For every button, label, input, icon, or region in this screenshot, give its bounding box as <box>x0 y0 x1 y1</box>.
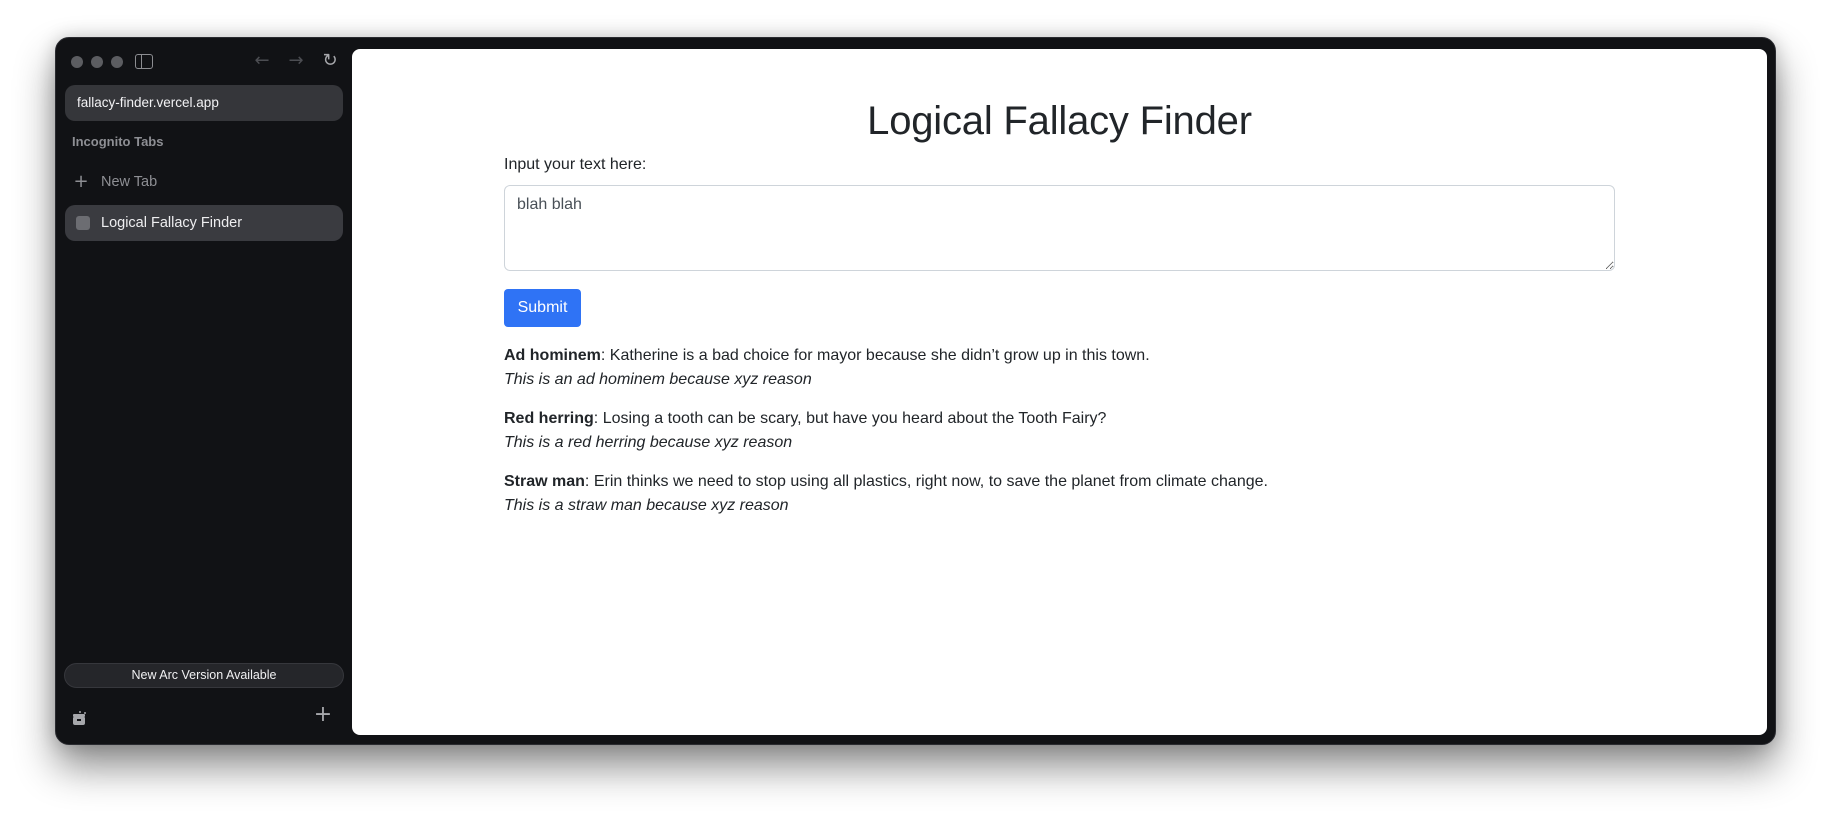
fallacy-reason: This is a straw man because xyz reason <box>504 497 789 514</box>
fallacy-name: Straw man <box>504 473 585 490</box>
tab-favicon-icon <box>76 216 90 230</box>
new-tab-button[interactable]: + New Tab <box>65 165 343 199</box>
reload-icon[interactable]: ↻ <box>319 50 341 72</box>
add-icon[interactable]: + <box>312 704 334 726</box>
result-item: Ad hominem: Katherine is a bad choice fo… <box>504 344 1615 392</box>
zoom-window-button[interactable] <box>111 56 123 68</box>
fallacy-reason: This is an ad hominem because xyz reason <box>504 371 812 388</box>
forward-arrow-icon[interactable]: → <box>285 50 307 72</box>
fallacy-example: : Katherine is a bad choice for mayor be… <box>600 347 1150 364</box>
fallacy-name: Red herring <box>504 410 594 427</box>
archive-spark <box>79 711 81 713</box>
browser-window: ← → ↻ fallacy-finder.vercel.app Incognit… <box>55 37 1776 745</box>
sidebar-toggle-icon[interactable] <box>135 54 153 69</box>
page-title: Logical Fallacy Finder <box>867 99 1252 143</box>
submit-button[interactable]: Submit <box>504 289 581 327</box>
text-input[interactable]: blah blah <box>504 185 1615 271</box>
result-item: Straw man: Erin thinks we need to stop u… <box>504 470 1615 518</box>
sidebar-toolbar: ← → ↻ <box>56 38 352 86</box>
tab-logical-fallacy-finder[interactable]: Logical Fallacy Finder <box>65 205 343 241</box>
back-arrow-icon[interactable]: ← <box>251 50 273 72</box>
fallacy-reason: This is a red herring because xyz reason <box>504 434 793 451</box>
fallacy-example: : Erin thinks we need to stop using all … <box>584 473 1268 490</box>
result-item: Red herring: Losing a tooth can be scary… <box>504 407 1615 455</box>
fallacy-name: Ad hominem <box>504 347 601 364</box>
new-tab-label: New Tab <box>101 174 158 190</box>
input-label: Input your text here: <box>504 156 647 173</box>
web-content: Logical Fallacy Finder Input your text h… <box>352 49 1767 735</box>
minimize-window-button[interactable] <box>91 56 103 68</box>
url-bar[interactable]: fallacy-finder.vercel.app <box>65 85 343 121</box>
archive-spark <box>84 712 86 714</box>
sidebar: ← → ↻ fallacy-finder.vercel.app Incognit… <box>56 38 352 744</box>
results-list: Ad hominem: Katherine is a bad choice fo… <box>504 344 1615 533</box>
incognito-tabs-label: Incognito Tabs <box>72 134 164 149</box>
plus-icon: + <box>73 171 89 192</box>
close-window-button[interactable] <box>71 56 83 68</box>
archive-icon[interactable] <box>73 711 87 725</box>
update-available-button[interactable]: New Arc Version Available <box>64 663 344 688</box>
fallacy-example: : Losing a tooth can be scary, but have … <box>593 410 1107 427</box>
tab-label: Logical Fallacy Finder <box>101 215 243 231</box>
archive-slot <box>77 719 81 721</box>
